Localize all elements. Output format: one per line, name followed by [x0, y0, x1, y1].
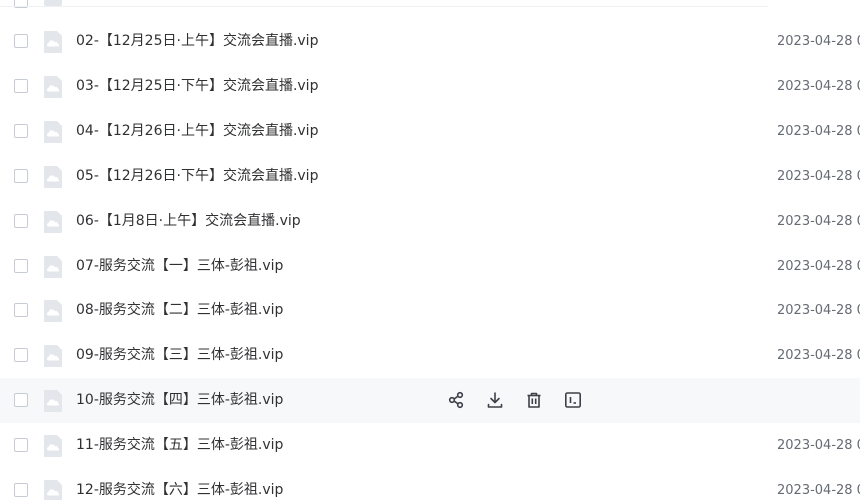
file-name[interactable]: 02-【12月25日·上午】交流会直播.vip	[76, 32, 318, 50]
file-icon	[44, 480, 62, 500]
file-date: 2023-04-28 0	[777, 438, 860, 454]
file-name[interactable]: 04-【12月26日·上午】交流会直播.vip	[76, 122, 318, 140]
file-date: 2023-04-28 0	[777, 168, 860, 184]
file-list: 02-【12月25日·上午】交流会直播.vip 2023-04-28 0 03-【1…	[0, 0, 860, 500]
file-icon	[44, 31, 62, 53]
file-icon	[44, 435, 62, 458]
row-checkbox[interactable]	[14, 438, 28, 453]
file-name[interactable]: 06-【1月8日·上午】交流会直播.vip	[76, 212, 301, 230]
file-icon	[44, 300, 62, 323]
file-icon	[44, 165, 62, 188]
file-icon	[44, 75, 62, 98]
table-row[interactable]: 08-服务交流【二】三体-彭祖.vip 2023-04-28 0	[0, 288, 860, 333]
file-name[interactable]: 10-服务交流【四】三体-彭祖.vip	[76, 391, 283, 409]
file-date: 2023-04-28 0	[777, 303, 860, 319]
file-icon	[44, 255, 62, 278]
row-checkbox[interactable]	[14, 78, 28, 93]
file-date: 2023-04-28 0	[777, 123, 860, 139]
table-row[interactable]: 11-服务交流【五】三体-彭祖.vip 2023-04-28 0	[0, 423, 860, 468]
row-checkbox[interactable]	[14, 348, 28, 363]
table-row[interactable]: 10-服务交流【四】三体-彭祖.vip	[0, 378, 860, 424]
row-checkbox[interactable]	[14, 213, 28, 228]
row-checkbox[interactable]	[14, 483, 28, 497]
file-date: 2023-04-28 0	[777, 483, 860, 498]
share-icon[interactable]	[446, 390, 466, 410]
table-row[interactable]: 02-【12月25日·上午】交流会直播.vip 2023-04-28 0	[0, 19, 860, 64]
row-checkbox[interactable]	[14, 393, 28, 408]
file-date: 2023-04-28 0	[777, 348, 860, 364]
trash-icon[interactable]	[524, 390, 544, 410]
file-name[interactable]: 07-服务交流【一】三体-彭祖.vip	[76, 257, 283, 275]
row-checkbox[interactable]	[14, 34, 28, 48]
table-row[interactable]: 06-【1月8日·上午】交流会直播.vip 2023-04-28 0	[0, 199, 860, 244]
row-checkbox[interactable]	[14, 168, 28, 183]
file-date: 2023-04-28 0	[777, 213, 860, 229]
file-icon	[44, 120, 62, 143]
file-name[interactable]: 05-【12月26日·下午】交流会直播.vip	[76, 167, 318, 185]
file-name[interactable]: 09-服务交流【三】三体-彭祖.vip	[76, 346, 283, 364]
file-name[interactable]: 11-服务交流【五】三体-彭祖.vip	[76, 436, 283, 454]
file-date: 2023-04-28 0	[777, 78, 860, 94]
file-date: 2023-04-28 0	[777, 258, 860, 274]
table-row[interactable]: 05-【12月26日·下午】交流会直播.vip 2023-04-28 0	[0, 154, 860, 199]
file-icon	[44, 390, 62, 413]
table-row[interactable]: 03-【12月25日·下午】交流会直播.vip 2023-04-28 0	[0, 64, 860, 109]
table-row[interactable]: 04-【12月26日·上午】交流会直播.vip 2023-04-28 0	[0, 109, 860, 154]
file-icon	[44, 210, 62, 233]
file-icon	[44, 345, 62, 368]
download-icon[interactable]	[485, 390, 505, 410]
file-date: 2023-04-28 0	[777, 34, 860, 49]
table-row[interactable]: 09-服务交流【三】三体-彭祖.vip 2023-04-28 0	[0, 333, 860, 378]
table-row[interactable]: 07-服务交流【一】三体-彭祖.vip 2023-04-28 0	[0, 244, 860, 289]
row-checkbox[interactable]	[14, 123, 28, 138]
row-checkbox[interactable]	[14, 303, 28, 318]
file-name[interactable]: 12-服务交流【六】三体-彭祖.vip	[76, 481, 283, 499]
rename-icon[interactable]	[563, 390, 583, 410]
file-name[interactable]: 03-【12月25日·下午】交流会直播.vip	[76, 77, 318, 95]
row-checkbox[interactable]	[14, 258, 28, 273]
table-row[interactable]: 12-服务交流【六】三体-彭祖.vip 2023-04-28 0	[0, 468, 860, 500]
file-name[interactable]: 08-服务交流【二】三体-彭祖.vip	[76, 301, 283, 319]
